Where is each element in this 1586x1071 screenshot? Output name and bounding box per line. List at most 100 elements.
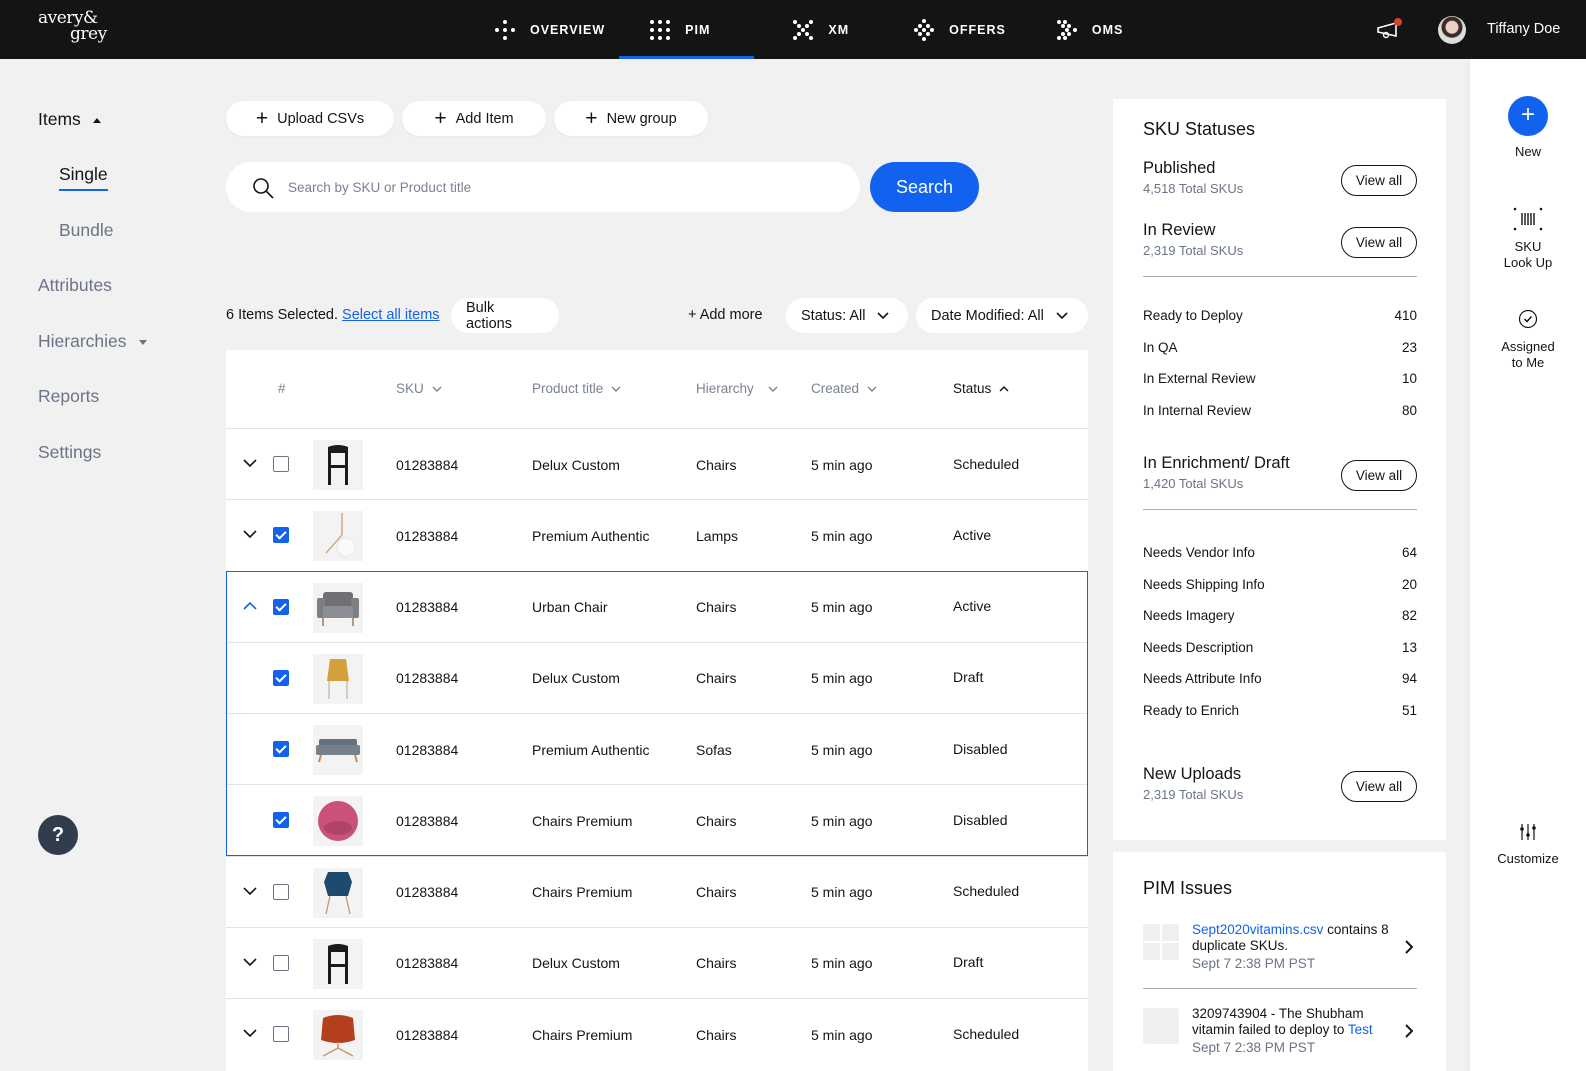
table-row[interactable]: 01283884 Chairs Premium Chairs 5 min ago Sch… [226,998,1088,1069]
add-item-button[interactable]: + Add Item [402,101,546,136]
view-all-enrichment-button[interactable]: View all [1341,460,1417,491]
row-checkbox[interactable] [273,741,289,757]
search-button[interactable]: Search [870,162,979,212]
sku-lookup-button[interactable]: SKU Look Up [1470,207,1586,271]
row-checkbox[interactable] [273,456,289,472]
status-count-row[interactable]: Needs Description 13 [1143,640,1417,655]
sidebar-item-reports[interactable]: Reports [38,386,99,407]
column-header-created[interactable]: Created [811,381,877,396]
select-all-link[interactable]: Select all items [342,307,440,323]
chevron-down-icon[interactable] [243,1028,257,1038]
column-header-product-title[interactable]: Product title [532,381,621,396]
cell-product-title[interactable]: Chairs Premium [532,857,632,928]
sidebar-item-items[interactable]: Items [38,109,101,130]
row-checkbox[interactable] [273,669,289,686]
row-checkbox[interactable] [273,527,289,544]
search-input[interactable] [288,162,828,212]
column-header-sku[interactable]: SKU [396,381,442,396]
column-header-hierarchy[interactable]: Hierarchy [696,381,778,396]
nav-tab-oms[interactable]: OMS [1056,0,1123,59]
status-count-row[interactable]: Needs Attribute Info 94 [1143,671,1417,686]
brand-logo[interactable]: avery& grey [38,10,107,43]
chevron-up-icon[interactable] [243,601,257,611]
column-header-status[interactable]: Status [953,381,1009,396]
status-count-row[interactable]: In Internal Review 80 [1143,403,1417,418]
table-row[interactable]: 01283884 Premium Authentic Lamps 5 min ago A… [226,499,1088,571]
issue-item[interactable]: 3209743904 - The Shubham vitamin failed … [1143,1006,1417,1058]
product-thumbnail[interactable] [313,796,363,847]
status-count-row[interactable]: Needs Shipping Info 20 [1143,577,1417,592]
table-row[interactable]: 01283884 Chairs Premium Chairs 5 min ago Sch… [226,855,1088,928]
sidebar-item-attributes[interactable]: Attributes [38,275,112,296]
sidebar-item-single[interactable]: Single [59,164,108,191]
product-thumbnail[interactable] [313,511,363,562]
table-row[interactable]: 01283884 Urban Chair Chairs 5 min ago Active [226,570,1088,643]
view-all-new-uploads-button[interactable]: View all [1341,771,1417,802]
date-modified-filter-dropdown[interactable]: Date Modified: All [916,298,1088,333]
product-thumbnail[interactable] [313,938,363,989]
chevron-down-icon[interactable] [243,957,257,967]
product-thumbnail[interactable] [313,582,363,633]
table-row[interactable]: 01283884 Delux Custom Chairs 5 min ago Sched… [226,428,1088,499]
product-thumbnail[interactable] [313,440,363,490]
view-all-published-button[interactable]: View all [1341,165,1417,196]
nav-tab-pim[interactable]: PIM [619,0,755,59]
table-row[interactable]: 01283884 Delux Custom Chairs 5 min ago Draft [226,926,1088,999]
cell-product-title[interactable]: Chairs Premium [532,785,632,856]
caret-up-icon [92,117,101,123]
announcements-button[interactable] [1376,18,1402,40]
cell-product-title[interactable]: Urban Chair [532,572,607,643]
issue-item[interactable]: Sept2020vitamins.csv contains 8 duplicat… [1143,922,1417,974]
row-checkbox[interactable] [273,954,289,971]
cell-product-title[interactable]: Chairs Premium [532,999,632,1070]
issue-target-link[interactable]: Test [1348,1022,1373,1037]
new-button[interactable]: + New [1470,96,1586,160]
product-thumbnail[interactable] [313,653,363,704]
product-thumbnail[interactable] [313,1010,363,1060]
status-count-row[interactable]: Needs Imagery 82 [1143,608,1417,623]
user-avatar[interactable] [1438,16,1466,44]
cell-product-title[interactable]: Premium Authentic [532,500,650,571]
status-filter-dropdown[interactable]: Status: All [786,298,908,333]
row-checkbox[interactable] [273,883,289,900]
row-checkbox[interactable] [273,598,289,615]
cell-product-title[interactable]: Delux Custom [532,643,620,714]
upload-csvs-button[interactable]: + Upload CSVs [226,101,394,136]
row-checkbox[interactable] [273,1026,289,1042]
bulk-actions-button[interactable]: Bulk actions [451,298,559,333]
nav-tab-overview[interactable]: OVERVIEW [494,0,605,59]
status-count-row[interactable]: Ready to Enrich 51 [1143,703,1417,718]
status-count-row[interactable]: Needs Vendor Info 64 [1143,545,1417,560]
sidebar-item-bundle[interactable]: Bundle [59,220,114,241]
chevron-down-icon[interactable] [243,458,257,468]
chevron-down-icon[interactable] [243,886,257,896]
status-count-row[interactable]: In QA 23 [1143,340,1417,355]
table-row[interactable]: 01283884 Premium Authentic Sofas 5 min ago D… [226,713,1088,784]
rail-label: Assigned [1501,339,1555,354]
product-thumbnail[interactable] [313,725,363,775]
cell-product-title[interactable]: Delux Custom [532,429,620,500]
assigned-to-me-button[interactable]: Assigned to Me [1470,309,1586,371]
table-row[interactable]: 01283884 Delux Custom Chairs 5 min ago Draft [226,641,1088,714]
help-button[interactable]: ? [38,815,78,855]
view-all-in-review-button[interactable]: View all [1341,227,1417,258]
customize-button[interactable]: Customize [1470,823,1586,867]
sidebar-item-hierarchies[interactable]: Hierarchies [38,331,147,352]
cell-product-title[interactable]: Premium Authentic [532,714,650,785]
sidebar-item-settings[interactable]: Settings [38,442,101,463]
user-name[interactable]: Tiffany Doe [1487,21,1560,37]
nav-tab-offers[interactable]: OFFERS [913,0,1006,59]
new-group-button[interactable]: + New group [554,101,708,136]
status-count-row[interactable]: Ready to Deploy 410 [1143,308,1417,323]
selected-count: 6 Items Selected. [226,307,339,323]
nav-tab-label: OMS [1091,22,1124,37]
add-more-filter-button[interactable]: + Add more [688,307,763,323]
row-checkbox[interactable] [273,812,289,829]
issue-file-link[interactable]: Sept2020vitamins.csv [1192,922,1323,937]
nav-tab-xm[interactable]: XM [792,0,849,59]
product-thumbnail[interactable] [313,867,363,918]
cell-product-title[interactable]: Delux Custom [532,928,620,999]
status-count-row[interactable]: In External Review 10 [1143,371,1417,386]
chevron-down-icon[interactable] [243,529,257,539]
table-row[interactable]: 01283884 Chairs Premium Chairs 5 min ago Dis… [226,784,1088,856]
